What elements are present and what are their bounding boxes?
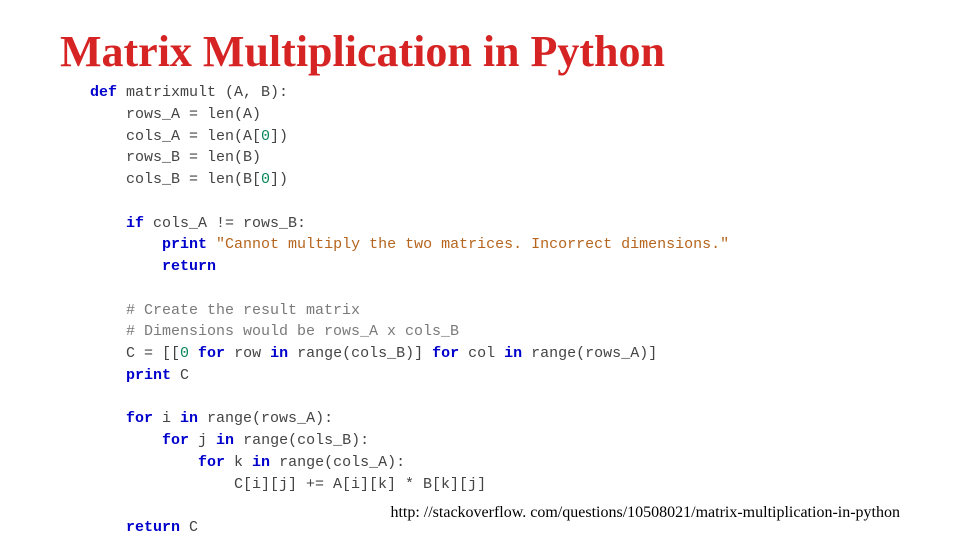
comment: # Create the result matrix	[90, 302, 360, 319]
code-text: C = [[	[90, 345, 180, 362]
num-literal: 0	[261, 128, 270, 145]
kw-in: in	[180, 410, 198, 427]
code-text	[189, 345, 198, 362]
kw-for: for	[90, 410, 153, 427]
code-text: C[i][j] += A[i][k] * B[k][j]	[90, 476, 486, 493]
kw-in: in	[252, 454, 270, 471]
kw-return: return	[90, 519, 180, 536]
kw-in: in	[270, 345, 288, 362]
kw-print: print	[90, 367, 171, 384]
slide-title: Matrix Multiplication in Python	[60, 30, 900, 74]
kw-def: def	[90, 84, 117, 101]
kw-print: print	[90, 236, 207, 253]
kw-for: for	[90, 454, 225, 471]
kw-for: for	[198, 345, 225, 362]
num-literal: 0	[261, 171, 270, 188]
kw-in: in	[504, 345, 522, 362]
kw-for: for	[432, 345, 459, 362]
code-text: rows_B = len(B)	[90, 149, 261, 166]
code-text: range(cols_B)]	[288, 345, 432, 362]
code-text: matrixmult (A, B):	[117, 84, 288, 101]
code-text: C	[180, 519, 198, 536]
code-text: C	[171, 367, 189, 384]
kw-in: in	[216, 432, 234, 449]
comment: # Dimensions would be rows_A x cols_B	[90, 323, 459, 340]
code-text: range(rows_A)]	[522, 345, 657, 362]
code-text: cols_A != rows_B:	[144, 215, 306, 232]
num-literal: 0	[180, 345, 189, 362]
code-text: k	[225, 454, 252, 471]
code-text: i	[153, 410, 180, 427]
kw-for: for	[90, 432, 189, 449]
code-text: ])	[270, 171, 288, 188]
code-text: cols_A = len(A[	[90, 128, 261, 145]
string-literal: "Cannot multiply the two matrices. Incor…	[216, 236, 729, 253]
code-text: col	[459, 345, 504, 362]
code-text: ])	[270, 128, 288, 145]
code-text: range(cols_B):	[234, 432, 369, 449]
code-text: cols_B = len(B[	[90, 171, 261, 188]
code-text	[207, 236, 216, 253]
code-text: range(rows_A):	[198, 410, 333, 427]
slide: Matrix Multiplication in Python def matr…	[0, 0, 960, 540]
code-text: row	[225, 345, 270, 362]
code-text: range(cols_A):	[270, 454, 405, 471]
code-text: rows_A = len(A)	[90, 106, 261, 123]
kw-return: return	[90, 258, 216, 275]
code-text: j	[189, 432, 216, 449]
code-block: def matrixmult (A, B): rows_A = len(A) c…	[90, 82, 900, 539]
source-url: http: //stackoverflow. com/questions/105…	[390, 504, 900, 522]
kw-if: if	[90, 215, 144, 232]
